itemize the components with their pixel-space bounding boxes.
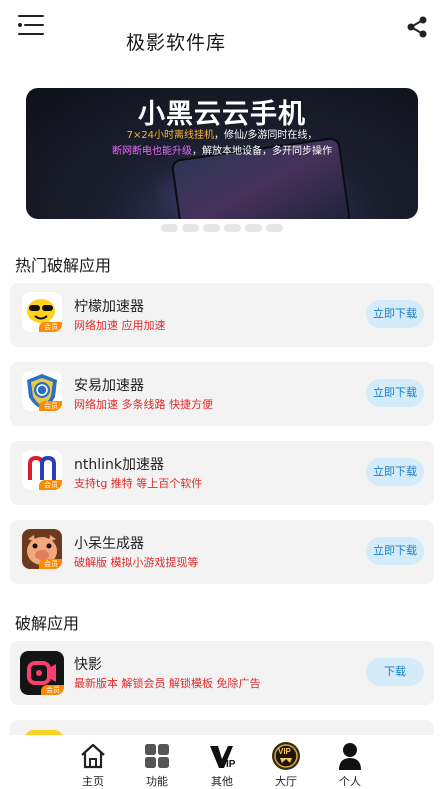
vip-badge: 会员 xyxy=(39,480,62,490)
list-item[interactable]: 会员 小呆生成器 破解版 模拟小游戏提现等 立即下载 xyxy=(10,520,434,584)
anyi-shield-icon: 会员 xyxy=(22,371,62,411)
vip-badge: 会员 xyxy=(41,685,64,695)
app-description: 支持tg 推特 等上百个软件 xyxy=(74,477,203,490)
crack-section-title: 破解应用 xyxy=(15,614,80,633)
list-item[interactable]: 会员 nthlink加速器 支持tg 推特 等上百个软件 立即下载 xyxy=(10,441,434,505)
download-button[interactable]: 立即下载 xyxy=(366,379,424,407)
carousel-dot[interactable] xyxy=(245,224,262,232)
home-icon xyxy=(78,741,108,771)
banner-subtitle-2-text: ，解放本地设备，多开同步操作 xyxy=(192,146,332,157)
banner-subtitle-1-text: ，修仙/多游同时在线， xyxy=(214,130,318,141)
tab-label: 大厅 xyxy=(275,775,297,788)
vip-badge: 会员 xyxy=(39,559,62,569)
banner-subtitle-2: 断网断电也能升级，解放本地设备，多开同步操作 xyxy=(26,142,418,157)
app-name: 快影 xyxy=(74,657,102,673)
tab-label: 其他 xyxy=(211,775,233,788)
download-button[interactable]: 下载 xyxy=(366,658,424,686)
carousel-dot[interactable] xyxy=(203,224,220,232)
carousel-indicator xyxy=(0,224,444,234)
list-item[interactable]: 会员 安易加速器 网络加速 多条线路 快捷方便 立即下载 xyxy=(10,362,434,426)
vip-badge: 会员 xyxy=(39,322,62,332)
tab-label: 功能 xyxy=(146,775,168,788)
svg-text:VIP: VIP xyxy=(278,747,292,756)
download-button[interactable]: 立即下载 xyxy=(366,300,424,328)
app-header: 极影软件库 xyxy=(0,0,444,80)
app-description: 最新版本 解锁会员 解锁模板 免除广告 xyxy=(74,677,261,690)
app-name: 小呆生成器 xyxy=(74,536,144,552)
download-button[interactable]: 立即下载 xyxy=(366,537,424,565)
app-description: 网络加速 多条线路 快捷方便 xyxy=(74,398,213,411)
menu-icon[interactable] xyxy=(18,14,44,36)
app-name: 柠檬加速器 xyxy=(74,299,144,315)
tab-label: 主页 xyxy=(82,775,104,788)
tab-features[interactable]: 功能 xyxy=(125,739,189,789)
lemon-accelerator-icon: 会员 xyxy=(22,292,62,332)
page-title: 极影软件库 xyxy=(126,32,227,54)
list-item[interactable]: 会员 柠檬加速器 网络加速 应用加速 立即下载 xyxy=(10,283,434,347)
grid-icon xyxy=(142,741,172,771)
hot-section-title: 热门破解应用 xyxy=(15,256,112,275)
kuaiying-icon: 会员 xyxy=(20,651,64,695)
tab-home[interactable]: 主页 xyxy=(61,739,125,789)
app-description: 破解版 模拟小游戏提现等 xyxy=(74,556,199,569)
download-button[interactable]: 立即下载 xyxy=(366,458,424,486)
vip-medal-icon: VIP xyxy=(271,741,301,771)
banner-subtitle-2-highlight: 断网断电也能升级 xyxy=(112,146,192,157)
carousel-dot[interactable] xyxy=(161,224,178,232)
person-icon xyxy=(335,741,365,771)
carousel-dot[interactable] xyxy=(266,224,283,232)
share-icon[interactable] xyxy=(406,16,428,38)
vip-letter-icon: IP xyxy=(207,741,237,771)
tab-other[interactable]: IP 其他 xyxy=(190,739,254,789)
vip-badge: 会员 xyxy=(39,401,62,411)
nthlink-icon: 会员 xyxy=(22,450,62,490)
promo-banner[interactable]: 小黑云云手机 7×24小时离线挂机，修仙/多游同时在线， 断网断电也能升级，解放… xyxy=(26,88,418,219)
app-name: nthlink加速器 xyxy=(74,457,164,473)
tab-profile[interactable]: 个人 xyxy=(318,739,382,789)
banner-subtitle-1-highlight: 7×24小时离线挂机 xyxy=(126,130,215,141)
banner-subtitle-1: 7×24小时离线挂机，修仙/多游同时在线， xyxy=(26,126,418,141)
tab-label: 个人 xyxy=(339,775,361,788)
app-description: 网络加速 应用加速 xyxy=(74,319,166,332)
bottom-tab-bar: 主页 功能 IP 其他 VIP 大厅 个人 xyxy=(0,735,444,789)
carousel-dot[interactable] xyxy=(182,224,199,232)
list-item[interactable]: 会员 快影 最新版本 解锁会员 解锁模板 免除广告 下载 xyxy=(10,641,434,705)
tab-lobby[interactable]: VIP 大厅 xyxy=(254,739,318,789)
svg-text:IP: IP xyxy=(226,759,236,770)
xiaodai-pig-icon: 会员 xyxy=(22,529,62,569)
app-name: 安易加速器 xyxy=(74,378,144,394)
carousel-dot[interactable] xyxy=(224,224,241,232)
